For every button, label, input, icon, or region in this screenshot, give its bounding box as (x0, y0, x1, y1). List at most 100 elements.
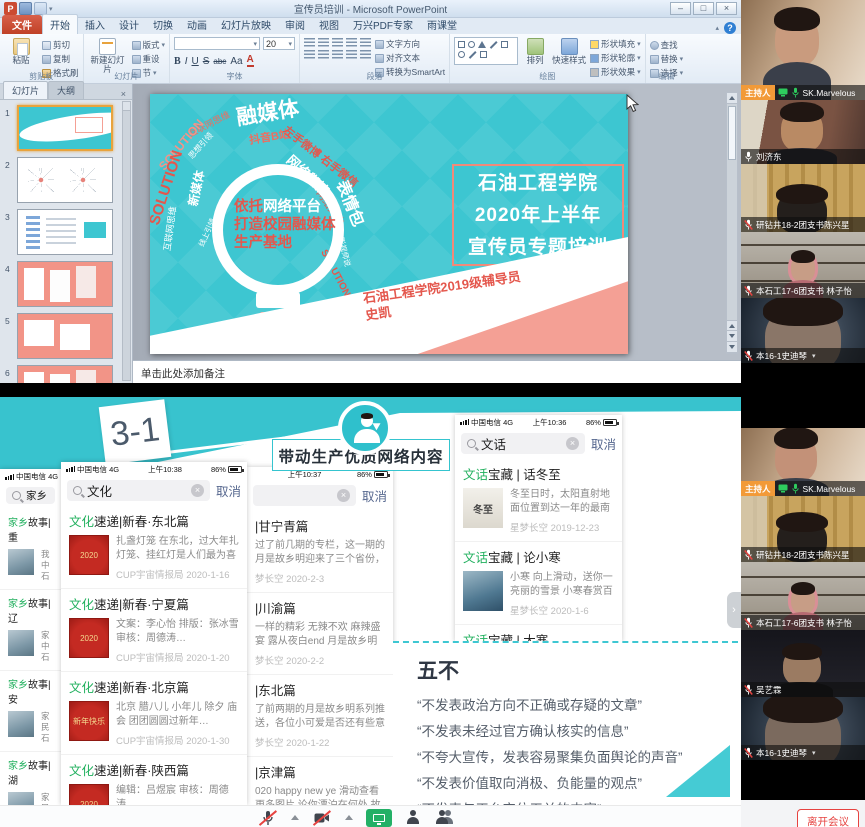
text-direction-button[interactable]: 文字方向 (375, 38, 445, 50)
italic-button[interactable]: I (185, 56, 188, 67)
search-input[interactable]: 文话× (461, 433, 585, 454)
search-result[interactable]: 家乡故事|重 我中石 (0, 509, 61, 590)
collapse-ribbon-icon[interactable]: ▴ (715, 24, 719, 32)
video-tile[interactable]: 本16-1史迪琴 ▾ (741, 298, 865, 363)
scroll-up-icon[interactable] (727, 93, 737, 104)
video-tile[interactable]: 刘济东 (741, 100, 865, 164)
video-tile[interactable]: 吴艺霖 (741, 630, 865, 697)
cancel-button[interactable]: 取消 (216, 481, 241, 500)
align-center-icon[interactable] (318, 50, 329, 60)
help-icon[interactable]: ? (724, 22, 736, 34)
tab-animations[interactable]: 动画 (180, 15, 214, 34)
search-result[interactable]: 文化速递|新春·北京篇 新年快乐北京 腊八儿 小年儿 除夕 庙会 团团圆圆过新年… (61, 672, 247, 755)
minimize-button[interactable]: – (670, 2, 691, 15)
find-button[interactable]: 查找 (650, 39, 684, 51)
search-result[interactable]: 家乡故事|辽 家中石 (0, 590, 61, 671)
indent-increase-icon[interactable] (346, 38, 357, 48)
arrange-button[interactable]: 排列 (522, 37, 548, 65)
video-tile-host[interactable]: 主持人 SK.Marvelous (741, 0, 865, 100)
panel-close-icon[interactable]: × (115, 89, 132, 99)
camera-options-chevron[interactable] (345, 815, 353, 820)
tab-design[interactable]: 设计 (112, 15, 146, 34)
search-result[interactable]: 家乡故事|湖 家民石 (0, 752, 61, 805)
previous-slide-icon[interactable] (727, 320, 737, 331)
search-result[interactable]: 文话宝藏 | 大寒 这次的新型冠状病毒不是sars，也不是mers，对于这种新型… (455, 625, 622, 642)
leave-meeting-button[interactable]: 离开会议 (797, 809, 859, 827)
numbering-icon[interactable] (318, 38, 329, 48)
search-result[interactable]: 文话宝藏 | 论小寒 小寒 向上滑动，送你一亮丽的雪景 小寒春赏百花冬观雪，醒亦… (455, 542, 622, 625)
tab-transitions[interactable]: 切换 (146, 15, 180, 34)
panel-scrollbar[interactable] (122, 101, 131, 381)
sidebar-collapse-handle[interactable]: › (727, 592, 741, 628)
columns-icon[interactable] (360, 50, 371, 60)
search-input[interactable]: 家乡 (6, 487, 55, 504)
screen-share-button[interactable] (366, 809, 392, 827)
panel-tab-outline[interactable]: 大纲 (48, 81, 84, 99)
tab-home[interactable]: 开始 (42, 14, 78, 34)
indent-decrease-icon[interactable] (332, 38, 343, 48)
notes-area[interactable]: 单击此处添加备注 (133, 360, 741, 383)
bold-button[interactable]: B (174, 56, 181, 67)
tab-yuketang[interactable]: 雨课堂 (420, 15, 464, 34)
font-name-select[interactable]: ▾ (174, 37, 260, 50)
search-result[interactable]: 文化速递|新春·宁夏篇 2020文案：李心怡 排版：张冰雪 审核：周德涛…CUP… (61, 589, 247, 672)
underline-button[interactable]: U (192, 56, 199, 67)
search-input[interactable]: 文化× (67, 480, 210, 501)
shape-fill-button[interactable]: 形状填充▾ (590, 38, 641, 50)
maximize-button[interactable]: □ (693, 2, 714, 15)
tab-file[interactable]: 文件 (2, 15, 42, 34)
slide-1[interactable]: 融媒体 抖音B站 互联网思维 SOLUTION 思想引领 SOLUTION 新媒… (150, 94, 628, 354)
slide-thumbnail-4[interactable] (17, 261, 113, 307)
line-spacing-icon[interactable] (360, 38, 371, 48)
align-text-button[interactable]: 对齐文本 (375, 52, 445, 64)
panel-tab-slides[interactable]: 幻灯片 (3, 81, 48, 99)
search-result[interactable]: 文化速递|新春·东北篇 2020扎盏灯笼 在东北，过大年扎灯笼、挂红灯是人们最为… (61, 506, 247, 589)
search-result[interactable]: |川渝篇 一样的精彩 无辣不欢 麻辣盛宴 露从夜白end 月是故乡明 最后，虽然… (247, 593, 393, 675)
change-case-button[interactable]: Aa (230, 56, 242, 67)
next-slide-icon[interactable] (727, 331, 737, 342)
clear-search-icon[interactable]: × (566, 437, 579, 450)
video-tile-host[interactable]: 主持人 SK.Marvelous (741, 428, 865, 496)
slide-thumbnail-5[interactable] (17, 313, 113, 359)
vertical-scrollbar[interactable] (726, 92, 738, 354)
mic-options-chevron[interactable] (291, 815, 299, 820)
slide-thumbnail-2[interactable] (17, 157, 113, 203)
invite-button[interactable] (405, 809, 421, 825)
bullets-icon[interactable] (304, 38, 315, 48)
justify-icon[interactable] (346, 50, 357, 60)
clear-search-icon[interactable]: × (191, 484, 204, 497)
search-input[interactable]: × (253, 485, 356, 506)
copy-button[interactable]: 复制 (42, 53, 79, 65)
video-tile[interactable]: 本石工17-6团支书 林子怡 (741, 232, 865, 298)
tab-slideshow[interactable]: 幻灯片放映 (214, 15, 278, 34)
cancel-button[interactable]: 取消 (591, 434, 616, 453)
strikethrough-button[interactable]: S (203, 56, 210, 67)
slide-thumbnail-1[interactable] (17, 105, 113, 151)
align-right-icon[interactable] (332, 50, 343, 60)
align-left-icon[interactable] (304, 50, 315, 60)
members-button[interactable] (434, 809, 450, 825)
tab-review[interactable]: 审阅 (278, 15, 312, 34)
close-button[interactable]: × (716, 2, 737, 15)
video-tile[interactable]: 本石工17-6团支书 林子怡 (741, 562, 865, 630)
quick-styles-button[interactable]: 快速样式 (552, 37, 586, 65)
video-tile[interactable]: 研钻井18-2团支书陈兴星 (741, 496, 865, 562)
clear-format-button[interactable]: abc (213, 57, 226, 66)
tab-pdf-addin[interactable]: 万兴PDF专家 (346, 15, 420, 34)
video-tile[interactable]: 本16-1史迪琴 ▾ (741, 697, 865, 760)
slide-thumbnail-6[interactable] (17, 365, 113, 383)
scroll-down-icon[interactable] (727, 342, 737, 353)
clear-search-icon[interactable]: × (337, 489, 350, 502)
font-size-select[interactable]: 20▾ (263, 37, 295, 50)
video-tile[interactable]: 研钻井18-2团支书陈兴星 (741, 164, 865, 232)
camera-off-button[interactable] (312, 809, 332, 827)
slide-thumbnail-3[interactable] (17, 209, 113, 255)
tab-insert[interactable]: 插入 (78, 15, 112, 34)
search-result[interactable]: |甘宁青篇 过了前几期的专栏，这一期的月是故乡明迎来了三个省份，不知道这三个… … (247, 511, 393, 593)
search-result[interactable]: |东北篇 了前两期的月是故乡明系列推送，各位小可爱是否还有些意犹未尽，本期… 梦… (247, 675, 393, 757)
tab-view[interactable]: 视图 (312, 15, 346, 34)
font-color-button[interactable]: A (247, 55, 254, 67)
slide-canvas[interactable]: 融媒体 抖音B站 互联网思维 SOLUTION 思想引领 SOLUTION 新媒… (133, 84, 741, 360)
paste-button[interactable]: 粘贴 (4, 37, 38, 65)
mic-muted-button[interactable] (258, 809, 278, 827)
